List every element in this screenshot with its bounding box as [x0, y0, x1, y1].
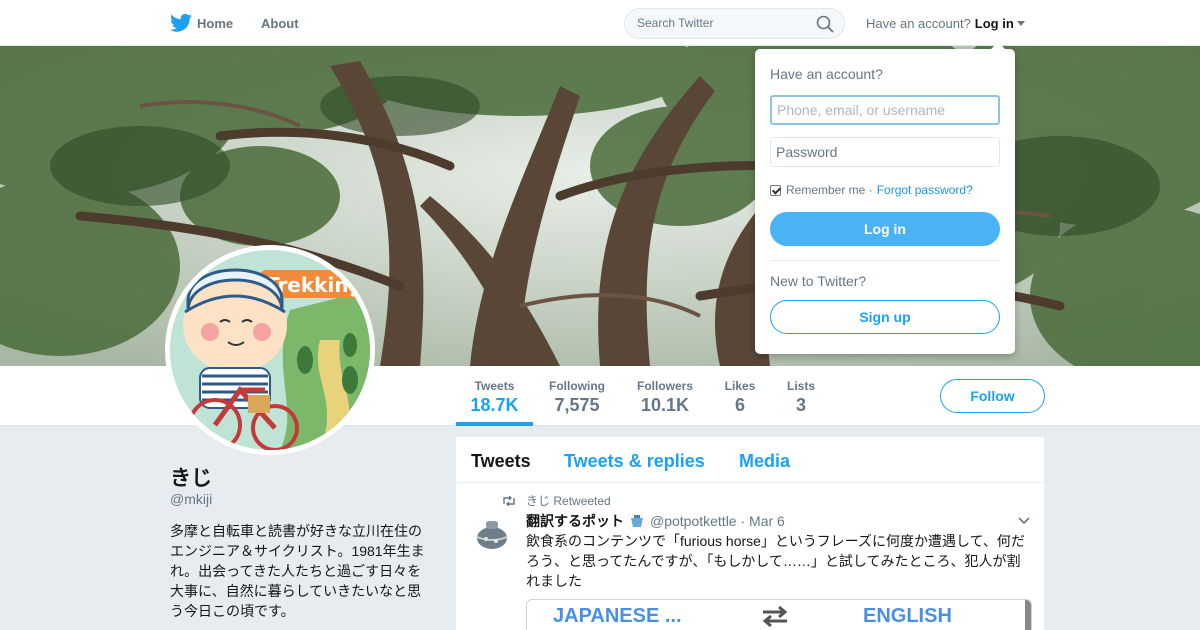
search-icon[interactable]: [816, 15, 834, 33]
card-edge: [1025, 600, 1031, 630]
nav-home-label: Home: [197, 15, 234, 31]
profile-handle[interactable]: @mkiji: [170, 491, 212, 507]
signup-button[interactable]: Sign up: [770, 300, 1000, 334]
password-input[interactable]: Password: [770, 137, 1000, 167]
stat-value: 10.1K: [640, 395, 690, 415]
remember-me-label[interactable]: Remember me: [786, 183, 865, 197]
stat-label: Tweets: [474, 379, 515, 393]
stat-followers[interactable]: Followers 10.1K: [630, 366, 700, 426]
tweet-date[interactable]: · Mar 6: [741, 513, 785, 529]
stat-following[interactable]: Following 7,575: [542, 366, 612, 426]
stat-label: Followers: [636, 379, 693, 393]
stat-value: 6: [734, 395, 745, 415]
nav-about-label: About: [261, 15, 299, 31]
stat-lists[interactable]: Lists 3: [780, 366, 822, 426]
login-button[interactable]: Log in: [770, 212, 1000, 246]
timeline: Tweets Tweets & replies Media きじ Retweet…: [456, 437, 1044, 630]
tab-tweets[interactable]: Tweets: [471, 451, 531, 472]
twitter-bird-icon[interactable]: [170, 13, 192, 33]
profile-name[interactable]: きじ: [170, 462, 212, 492]
remember-me-row: Remember me · Forgot password?: [770, 183, 973, 197]
follow-label: Follow: [970, 388, 1015, 404]
swap-arrows-icon: [762, 605, 788, 628]
follow-button[interactable]: Follow: [940, 379, 1045, 413]
search-input[interactable]: Search Twitter: [624, 8, 845, 39]
separator-dot: ·: [868, 183, 873, 197]
card-target-language: ENGLISH: [863, 605, 952, 627]
tweet-author-name[interactable]: 翻訳するポット: [526, 511, 624, 531]
retweeter-name[interactable]: きじ: [526, 492, 550, 509]
account-login-menu[interactable]: Have an account? Log in: [866, 0, 1025, 46]
tweet-author-handle[interactable]: @potpotkettle: [650, 513, 737, 529]
top-nav-bar: Home About Search Twitter Have an accoun…: [0, 0, 1200, 46]
profile-bio: 多摩と自転車と読書が好きな立川在住のエンジニア＆サイクリスト。1981年生まれ。…: [170, 523, 425, 619]
nav-home-link[interactable]: Home: [197, 0, 233, 46]
stat-value: 3: [795, 395, 806, 415]
account-prompt: Have an account?: [866, 15, 971, 31]
retweet-label: Retweeted: [553, 493, 611, 508]
dropdown-divider: [770, 260, 1000, 261]
login-link[interactable]: Log in: [975, 16, 1014, 31]
tweet-caret-icon[interactable]: [1018, 517, 1030, 525]
search-placeholder: Search Twitter: [637, 16, 714, 30]
card-source-language: JAPANESE ...: [553, 605, 682, 627]
nav-about-link[interactable]: About: [261, 0, 299, 46]
stat-tweets[interactable]: Tweets 18.7K: [456, 366, 533, 426]
password-placeholder: Password: [776, 144, 838, 160]
stat-label: Following: [549, 379, 605, 393]
login-button-label: Log in: [864, 221, 906, 237]
stat-likes[interactable]: Likes 6: [717, 366, 763, 426]
retweet-icon: [503, 495, 515, 506]
kettle-emoji-icon: [631, 515, 643, 527]
checkbox-icon[interactable]: [770, 184, 781, 196]
signup-button-label: Sign up: [859, 309, 911, 325]
avatar[interactable]: Trekking: [165, 245, 375, 455]
stat-label: Likes: [724, 379, 756, 393]
username-placeholder: Phone, email, or username: [777, 102, 946, 118]
tweet-text: 飲食系のコンテンツで「furious horse」というフレーズに何度か遭遇して…: [526, 533, 1025, 589]
tab-media[interactable]: Media: [739, 451, 790, 472]
retweet-context: きじ Retweeted: [502, 492, 611, 509]
forgot-password-link[interactable]: Forgot password?: [877, 183, 973, 197]
tweet-header: 翻訳するポット @potpotkettle · Mar 6: [526, 511, 785, 531]
tab-tweets-replies[interactable]: Tweets & replies: [564, 451, 705, 472]
timeline-tabs: Tweets Tweets & replies Media: [456, 437, 1044, 483]
stat-value: 7,575: [554, 395, 600, 415]
username-input[interactable]: Phone, email, or username: [770, 95, 1000, 125]
new-to-twitter-text: New to Twitter?: [770, 273, 867, 289]
dropdown-title: Have an account?: [770, 66, 883, 82]
caret-down-icon[interactable]: [1016, 20, 1025, 26]
stat-label: Lists: [786, 379, 815, 393]
login-dropdown: Have an account? Phone, email, or userna…: [755, 42, 1015, 354]
tweet-media-card[interactable]: JAPANESE ... ENGLISH: [526, 599, 1032, 630]
stat-value: 18.7K: [470, 395, 519, 415]
tweet-author-avatar[interactable]: [472, 513, 512, 553]
